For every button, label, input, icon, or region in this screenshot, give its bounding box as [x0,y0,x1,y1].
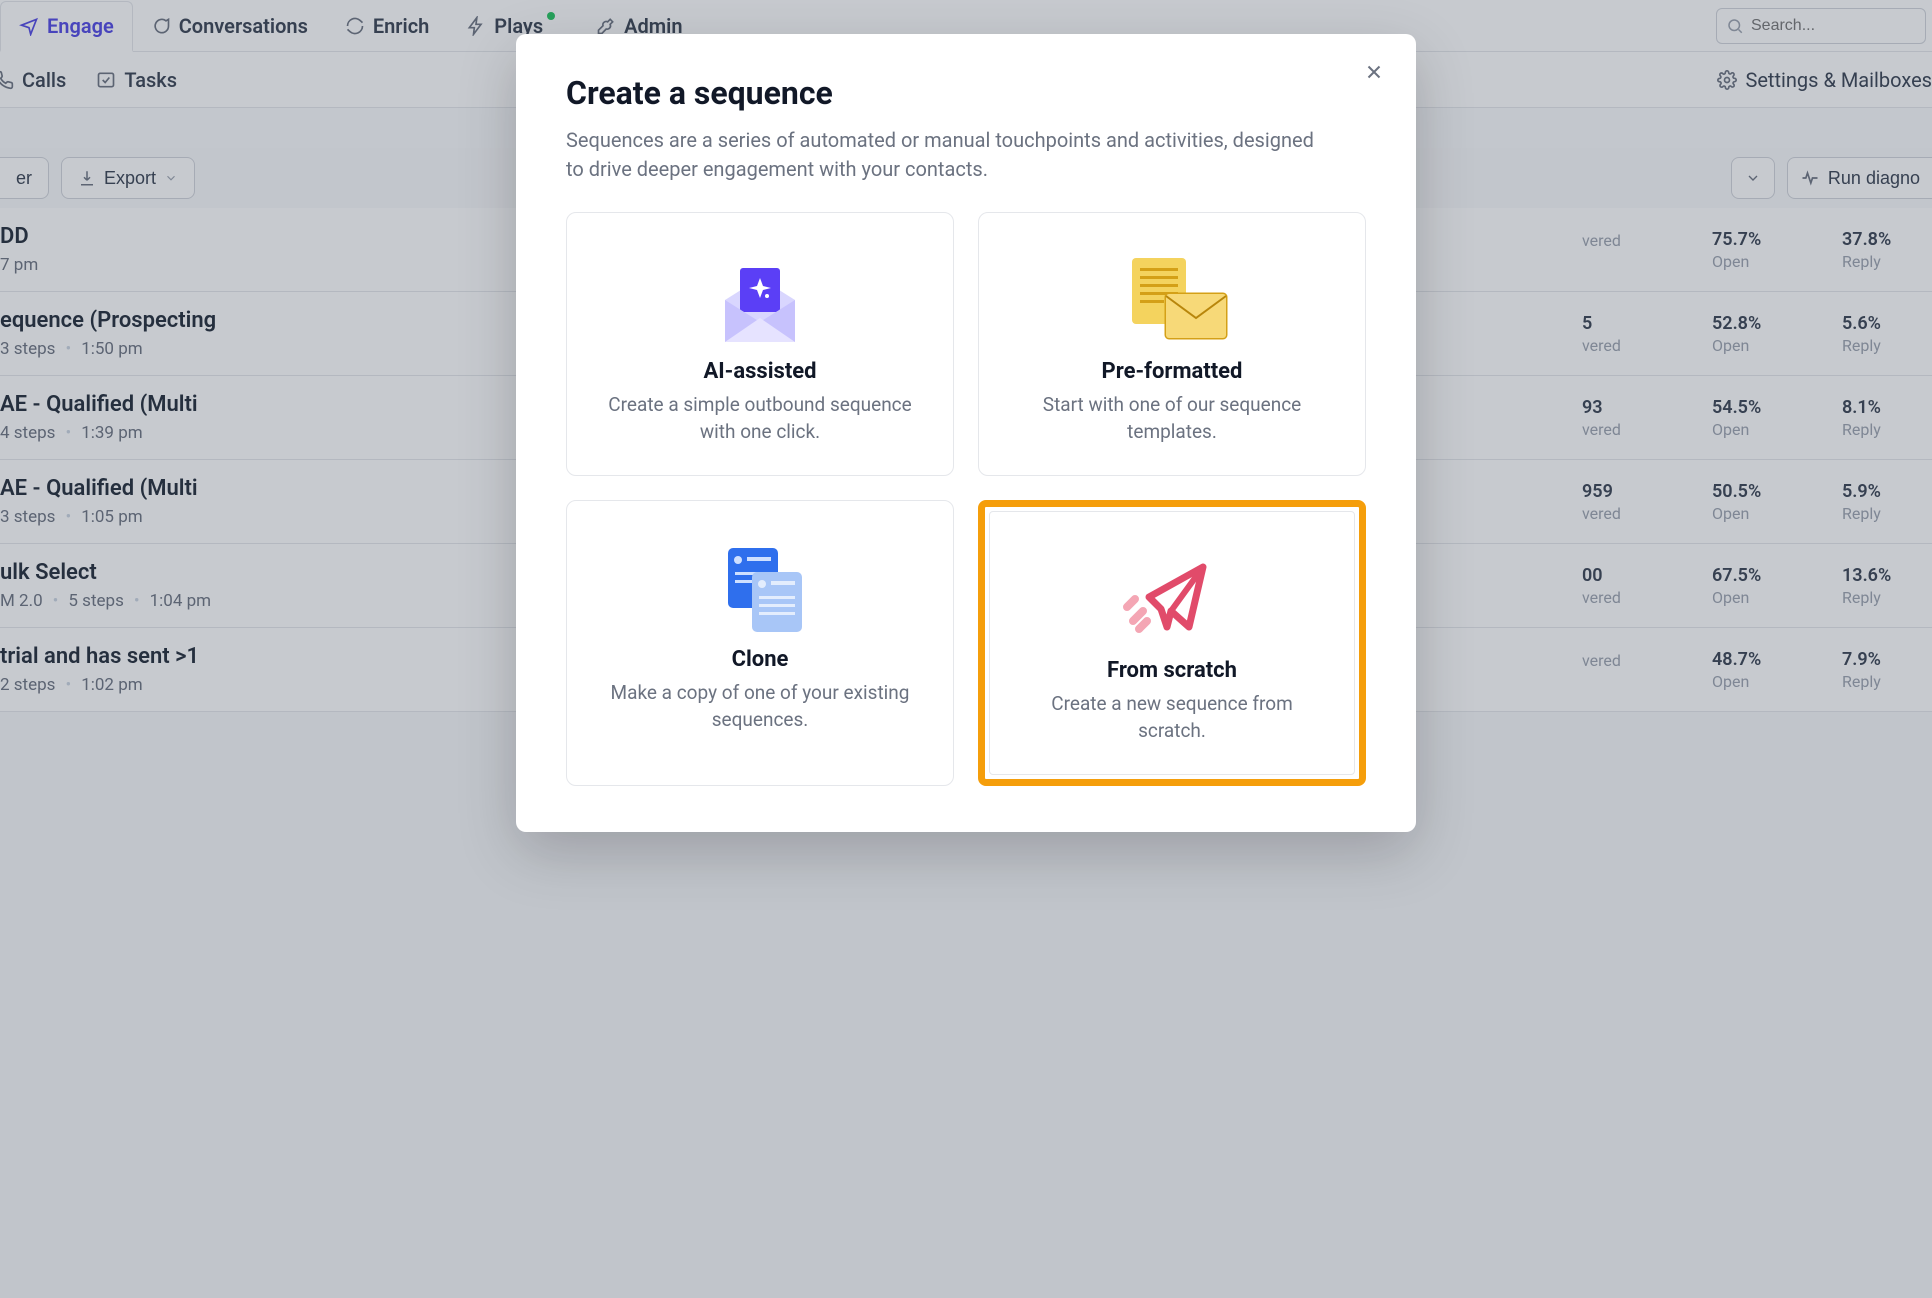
card-scratch-highlight: From scratch Create a new sequence from … [978,500,1366,786]
close-button[interactable] [1358,56,1390,88]
card-clone[interactable]: Clone Make a copy of one of your existin… [566,500,954,786]
card-pre-desc: Start with one of our sequence templates… [1007,392,1337,445]
card-scratch-desc: Create a new sequence from scratch. [1018,691,1326,744]
create-sequence-modal: Create a sequence Sequences are a series… [516,34,1416,832]
card-from-scratch[interactable]: From scratch Create a new sequence from … [989,511,1355,775]
card-preformatted[interactable]: Pre-formatted Start with one of our sequ… [978,212,1366,476]
modal-cards: AI-assisted Create a simple outbound seq… [566,212,1366,786]
card-ai-desc: Create a simple outbound sequence with o… [595,392,925,445]
card-clone-title: Clone [595,647,925,672]
card-ai-title: AI-assisted [595,359,925,384]
card-scratch-title: From scratch [1018,658,1326,683]
close-icon [1363,61,1385,83]
card-clone-desc: Make a copy of one of your existing sequ… [595,680,925,733]
modal-title: Create a sequence [566,74,1366,112]
modal-subtitle: Sequences are a series of automated or m… [566,126,1326,184]
clone-docs-icon [595,533,925,643]
ai-envelope-icon [595,245,925,355]
card-pre-title: Pre-formatted [1007,359,1337,384]
template-icon [1007,245,1337,355]
modal-overlay[interactable]: Create a sequence Sequences are a series… [0,0,1932,1298]
card-ai-assisted[interactable]: AI-assisted Create a simple outbound seq… [566,212,954,476]
paper-plane-icon [1018,544,1326,654]
